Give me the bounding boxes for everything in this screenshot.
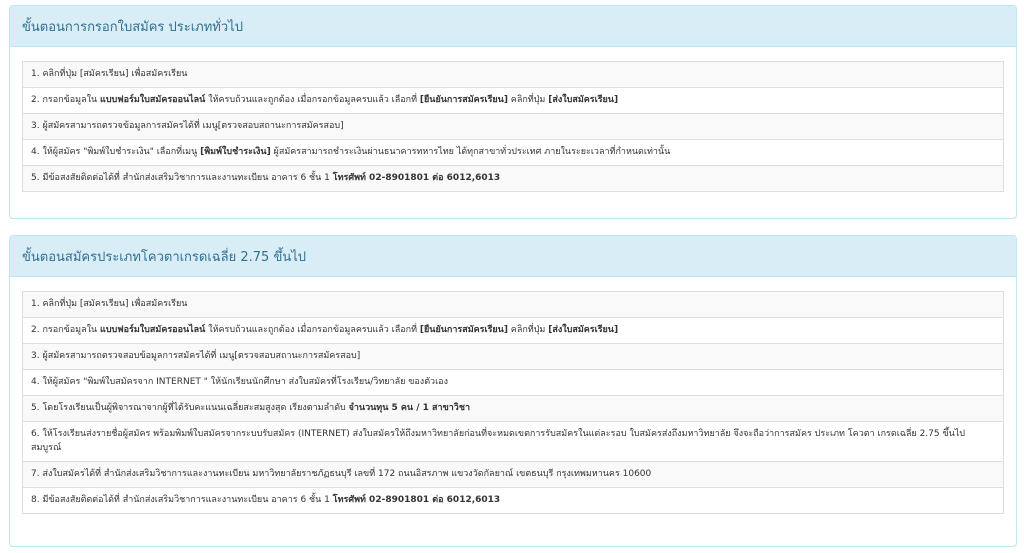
quota-steps-panel: ขั้นตอนสมัครประเภทโควตาเกรดเฉลี่ย 2.75 ข… — [9, 235, 1017, 547]
general-panel-heading: ขั้นตอนการกรอกใบสมัคร ประเภททั่วไป — [10, 6, 1016, 47]
quota-panel-title: ขั้นตอนสมัครประเภทโควตาเกรดเฉลี่ย 2.75 ข… — [22, 249, 307, 265]
page: ขั้นตอนการกรอกใบสมัคร ประเภททั่วไป 1. คล… — [0, 0, 1024, 553]
general-steps-panel: ขั้นตอนการกรอกใบสมัคร ประเภททั่วไป 1. คล… — [9, 5, 1017, 219]
general-step-1: 1. คลิกที่ปุ่ม [สมัครเรียน] เพื่อสมัครเร… — [23, 62, 1003, 87]
general-step-2: 2. กรอกข้อมูลใน แบบฟอร์มใบสมัครออนไลน์ ใ… — [23, 87, 1003, 113]
quota-panel-body: 1. คลิกที่ปุ่ม [สมัครเรียน] เพื่อสมัครเร… — [10, 277, 1016, 514]
quota-step-3: 3. ผู้สมัครสามารถตรวจสอบข้อมูลการสมัครได… — [23, 343, 1003, 369]
general-panel-title: ขั้นตอนการกรอกใบสมัคร ประเภททั่วไป — [22, 19, 243, 35]
general-step-3: 3. ผู้สมัครสามารถตรวจข้อมูลการสมัครได้ที… — [23, 113, 1003, 139]
general-panel-body: 1. คลิกที่ปุ่ม [สมัครเรียน] เพื่อสมัครเร… — [10, 47, 1016, 192]
quota-steps-list: 1. คลิกที่ปุ่ม [สมัครเรียน] เพื่อสมัครเร… — [22, 291, 1004, 514]
quota-step-2: 2. กรอกข้อมูลใน แบบฟอร์มใบสมัครออนไลน์ ใ… — [23, 317, 1003, 343]
general-step-5: 5. มีข้อสงสัยติดต่อได้ที่ สำนักส่งเสริมว… — [23, 165, 1003, 191]
quota-step-7: 7. ส่งใบสมัครได้ที่ สำนักส่งเสริมวิชาการ… — [23, 461, 1003, 487]
quota-step-5: 5. โดยโรงเรียนเป็นผู้พิจารณาจากผู้ที่ได้… — [23, 395, 1003, 421]
general-step-4: 4. ให้ผู้สมัคร "พิมพ์ใบชำระเงิน" เลือกที… — [23, 139, 1003, 165]
quota-step-1: 1. คลิกที่ปุ่ม [สมัครเรียน] เพื่อสมัครเร… — [23, 292, 1003, 317]
general-steps-list: 1. คลิกที่ปุ่ม [สมัครเรียน] เพื่อสมัครเร… — [22, 61, 1004, 192]
quota-step-4: 4. ให้ผู้สมัคร "พิมพ์ใบสมัครจาก INTERNET… — [23, 369, 1003, 395]
quota-panel-heading: ขั้นตอนสมัครประเภทโควตาเกรดเฉลี่ย 2.75 ข… — [10, 236, 1016, 277]
quota-step-8: 8. มีข้อสงสัยติดต่อได้ที่ สำนักส่งเสริมว… — [23, 487, 1003, 513]
quota-step-6: 6. ให้โรงเรียนส่งรายชื่อผู้สมัคร พร้อมพิ… — [23, 421, 1003, 461]
